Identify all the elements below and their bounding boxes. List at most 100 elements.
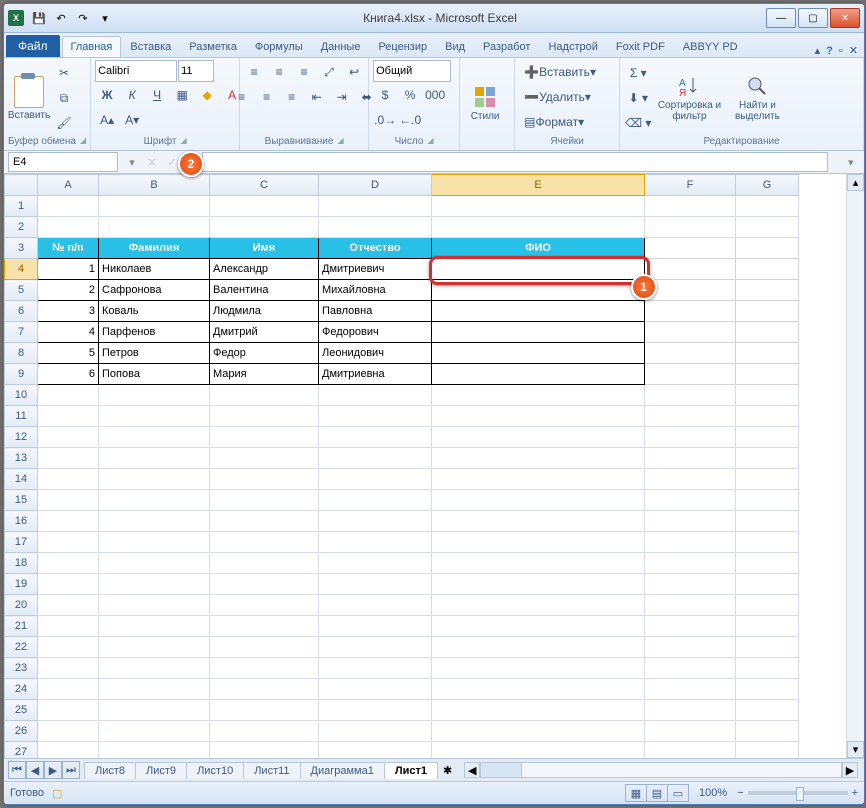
cell-A25[interactable]: [38, 700, 99, 721]
cell-C2[interactable]: [210, 217, 319, 238]
row-header-11[interactable]: 11: [5, 406, 38, 427]
number-format-select[interactable]: [373, 60, 451, 82]
row-header-9[interactable]: 9: [5, 364, 38, 385]
cell-F13[interactable]: [645, 448, 736, 469]
sheet-tab-3[interactable]: Лист11: [243, 762, 300, 779]
cell-G22[interactable]: [736, 637, 799, 658]
cell-B9[interactable]: Попова: [99, 364, 210, 385]
grid[interactable]: ABCDEFG123№ п/пФамилияИмяОтчествоФИО41Ни…: [4, 174, 846, 758]
cell-D25[interactable]: [319, 700, 432, 721]
vertical-scrollbar[interactable]: ▴ ▾: [846, 174, 864, 758]
percent-button[interactable]: %: [398, 83, 422, 107]
cell-F10[interactable]: [645, 385, 736, 406]
row-header-15[interactable]: 15: [5, 490, 38, 511]
cell-E27[interactable]: [432, 742, 645, 759]
accounting-button[interactable]: $: [373, 83, 397, 107]
cell-D22[interactable]: [319, 637, 432, 658]
qat-customize-icon[interactable]: ▾: [96, 9, 114, 27]
cell-F19[interactable]: [645, 574, 736, 595]
sort-filter-button[interactable]: AЯ Сортировка и фильтр: [654, 66, 724, 130]
delete-cells-button[interactable]: ➖ Удалить ▾: [519, 85, 596, 109]
cell-E21[interactable]: [432, 616, 645, 637]
cell-E24[interactable]: [432, 679, 645, 700]
row-header-12[interactable]: 12: [5, 427, 38, 448]
cell-E1[interactable]: [432, 196, 645, 217]
sheet-tab-5[interactable]: Лист1: [384, 762, 438, 779]
cell-D7[interactable]: Федорович: [319, 322, 432, 343]
cell-G1[interactable]: [736, 196, 799, 217]
row-header-16[interactable]: 16: [5, 511, 38, 532]
macro-record-icon[interactable]: ▢: [52, 787, 62, 800]
cell-G5[interactable]: [736, 280, 799, 301]
cell-E14[interactable]: [432, 469, 645, 490]
cell-C17[interactable]: [210, 532, 319, 553]
cell-E26[interactable]: [432, 721, 645, 742]
row-header-23[interactable]: 23: [5, 658, 38, 679]
cell-D16[interactable]: [319, 511, 432, 532]
cell-A8[interactable]: 5: [38, 343, 99, 364]
save-button[interactable]: 💾: [30, 9, 48, 27]
scroll-up-icon[interactable]: ▴: [847, 174, 864, 191]
zoom-level[interactable]: 100%: [699, 787, 727, 799]
cell-A1[interactable]: [38, 196, 99, 217]
italic-button[interactable]: К: [120, 83, 144, 107]
cell-D24[interactable]: [319, 679, 432, 700]
cell-A6[interactable]: 3: [38, 301, 99, 322]
cell-B5[interactable]: Сафронова: [99, 280, 210, 301]
zoom-slider[interactable]: [748, 791, 848, 795]
cell-C7[interactable]: Дмитрий: [210, 322, 319, 343]
ribbon-tab-2[interactable]: Разметка: [180, 36, 246, 57]
sheet-tab-4[interactable]: Диаграмма1: [300, 762, 385, 779]
cell-G6[interactable]: [736, 301, 799, 322]
cell-E12[interactable]: [432, 427, 645, 448]
row-header-27[interactable]: 27: [5, 742, 38, 759]
col-header-A[interactable]: A: [38, 175, 99, 196]
cell-A16[interactable]: [38, 511, 99, 532]
cell-D15[interactable]: [319, 490, 432, 511]
sheet-tab-1[interactable]: Лист9: [135, 762, 187, 779]
minimize-button[interactable]: —: [766, 8, 796, 28]
cell-A4[interactable]: 1: [38, 259, 99, 280]
cell-E20[interactable]: [432, 595, 645, 616]
undo-button[interactable]: ↶: [52, 9, 70, 27]
col-header-F[interactable]: F: [645, 175, 736, 196]
close-button[interactable]: ✕: [830, 8, 860, 28]
cell-E8[interactable]: [432, 343, 645, 364]
row-header-7[interactable]: 7: [5, 322, 38, 343]
cell-B25[interactable]: [99, 700, 210, 721]
first-sheet-icon[interactable]: ⏮: [8, 761, 26, 779]
ribbon-tab-6[interactable]: Вид: [436, 36, 474, 57]
cell-C12[interactable]: [210, 427, 319, 448]
scroll-right-icon[interactable]: ▶: [842, 762, 858, 778]
cell-B19[interactable]: [99, 574, 210, 595]
zoom-out-button[interactable]: −: [737, 787, 743, 799]
cell-B18[interactable]: [99, 553, 210, 574]
cell-B24[interactable]: [99, 679, 210, 700]
cell-E23[interactable]: [432, 658, 645, 679]
cell-F8[interactable]: [645, 343, 736, 364]
cell-E13[interactable]: [432, 448, 645, 469]
cell-C9[interactable]: Мария: [210, 364, 319, 385]
sheet-tab-2[interactable]: Лист10: [186, 762, 244, 779]
cell-E18[interactable]: [432, 553, 645, 574]
cell-C6[interactable]: Людмила: [210, 301, 319, 322]
cell-B13[interactable]: [99, 448, 210, 469]
cell-G15[interactable]: [736, 490, 799, 511]
cell-E25[interactable]: [432, 700, 645, 721]
cell-B14[interactable]: [99, 469, 210, 490]
cell-G24[interactable]: [736, 679, 799, 700]
cell-G21[interactable]: [736, 616, 799, 637]
cell-E6[interactable]: [432, 301, 645, 322]
cell-C21[interactable]: [210, 616, 319, 637]
increase-decimal-button[interactable]: .0→: [373, 108, 397, 132]
cell-G2[interactable]: [736, 217, 799, 238]
cell-A9[interactable]: 6: [38, 364, 99, 385]
cell-B23[interactable]: [99, 658, 210, 679]
cell-G27[interactable]: [736, 742, 799, 759]
alignment-launcher-icon[interactable]: ◢: [337, 136, 343, 147]
cell-C26[interactable]: [210, 721, 319, 742]
cell-F23[interactable]: [645, 658, 736, 679]
cell-C16[interactable]: [210, 511, 319, 532]
cell-B27[interactable]: [99, 742, 210, 759]
cell-C23[interactable]: [210, 658, 319, 679]
